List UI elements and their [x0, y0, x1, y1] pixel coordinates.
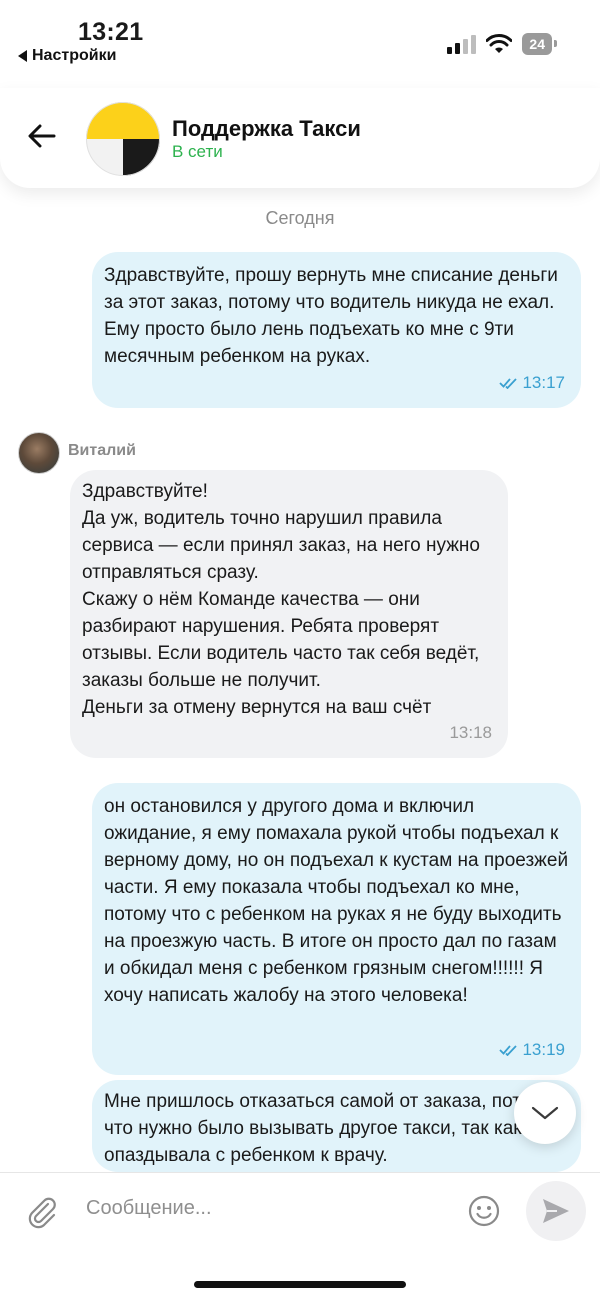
scroll-to-bottom-button[interactable]: [514, 1082, 576, 1144]
status-icons: 24: [446, 33, 557, 55]
back-to-settings-label: Настройки: [32, 47, 117, 64]
message-input[interactable]: [86, 1197, 446, 1220]
message-bubble-outgoing[interactable]: Здравствуйте, прошу вернуть мне списание…: [92, 252, 581, 408]
message-time: 13:18: [449, 723, 492, 742]
battery-indicator: 24: [522, 33, 557, 55]
message-text: Здравствуйте! Да уж, водитель точно нару…: [82, 481, 480, 718]
chevron-down-icon: [531, 1106, 559, 1120]
message-composer: [0, 1172, 600, 1301]
message-bubble-outgoing[interactable]: он остановился у другого дома и включил …: [92, 783, 581, 1075]
paperclip-icon[interactable]: [26, 1195, 58, 1229]
back-to-settings-link[interactable]: Настройки: [18, 47, 116, 65]
sender-name: Виталий: [68, 442, 136, 459]
sender-avatar[interactable]: [18, 432, 60, 474]
emoji-icon[interactable]: [468, 1195, 500, 1227]
send-icon: [543, 1199, 569, 1223]
back-triangle-icon: [18, 50, 27, 62]
message-bubble-incoming[interactable]: Здравствуйте! Да уж, водитель точно нару…: [70, 470, 508, 758]
read-double-check-icon: [499, 377, 518, 389]
online-status: В сети: [172, 142, 223, 161]
read-double-check-icon: [499, 1044, 518, 1056]
message-text: Мне пришлось отказаться самой от заказа,…: [104, 1091, 555, 1166]
message-meta: 13:19: [499, 1036, 565, 1063]
chat-header: Поддержка Такси В сети: [0, 88, 600, 188]
message-text: Здравствуйте, прошу вернуть мне списание…: [104, 265, 558, 367]
taxi-logo-avatar[interactable]: [86, 102, 160, 176]
cellular-signal-icon: [447, 35, 477, 54]
chat-title: Поддержка Такси: [172, 116, 361, 141]
back-arrow-icon[interactable]: [26, 120, 58, 152]
message-bubble-outgoing[interactable]: Мне пришлось отказаться самой от заказа,…: [92, 1080, 581, 1172]
message-time: 13:19: [522, 1040, 565, 1059]
message-text: он остановился у другого дома и включил …: [104, 796, 569, 1006]
message-meta: 13:17: [499, 369, 565, 396]
status-time: 13:21: [78, 18, 144, 46]
send-button[interactable]: [526, 1181, 586, 1241]
message-time: 13:17: [522, 373, 565, 392]
home-indicator: [194, 1281, 406, 1288]
message-meta: 13:18: [449, 719, 492, 746]
wifi-icon: [486, 34, 513, 53]
day-separator: Сегодня: [265, 208, 335, 228]
